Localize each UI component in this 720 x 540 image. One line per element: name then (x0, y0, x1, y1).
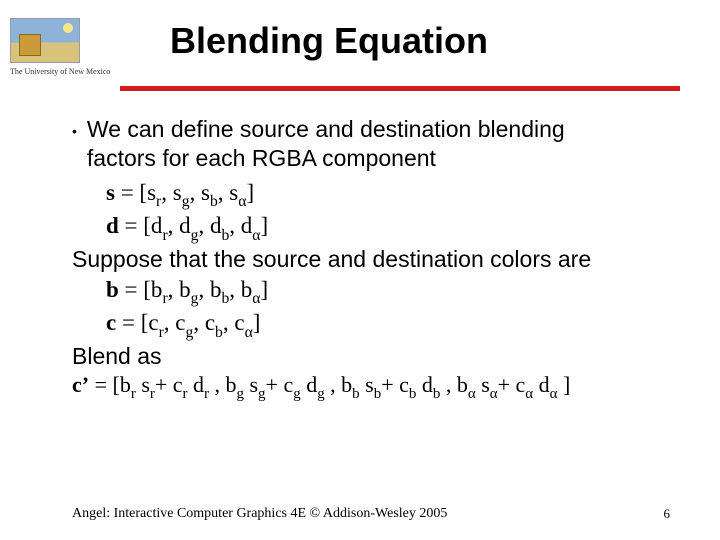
header: The University of New Mexico Blending Eq… (0, 0, 720, 76)
content: • We can define source and destination b… (0, 91, 720, 404)
blend-as-text: Blend as (72, 342, 670, 371)
footer: Angel: Interactive Computer Graphics 4E … (0, 506, 720, 522)
bullet-dot-icon: • (72, 115, 87, 141)
university-logo-icon (10, 18, 80, 63)
bullet-1-line-2: factors for each RGBA component (87, 145, 436, 171)
slide-title: Blending Equation (120, 18, 488, 62)
bullet-1-line-1: We can define source and destination ble… (87, 116, 565, 142)
logo-block: The University of New Mexico (0, 18, 120, 76)
university-name: The University of New Mexico (10, 67, 120, 76)
bullet-1: • We can define source and destination b… (72, 115, 670, 174)
footer-credit: Angel: Interactive Computer Graphics 4E … (72, 506, 447, 522)
equation-b: b = [br, bg, bb, bα] (72, 275, 670, 309)
equation-s: s = [sr, sg, sb, sα] (72, 178, 670, 212)
equation-cprime: c’ = [br sr+ cr dr , bg sg+ cg dg , bb s… (72, 371, 670, 404)
bullet-1-text: We can define source and destination ble… (87, 115, 565, 174)
equation-d: d = [dr, dg, db, dα] (72, 211, 670, 245)
page-number: 6 (664, 506, 671, 522)
suppose-text: Suppose that the source and destination … (72, 245, 670, 274)
equation-c: c = [cr, cg, cb, cα] (72, 308, 670, 342)
